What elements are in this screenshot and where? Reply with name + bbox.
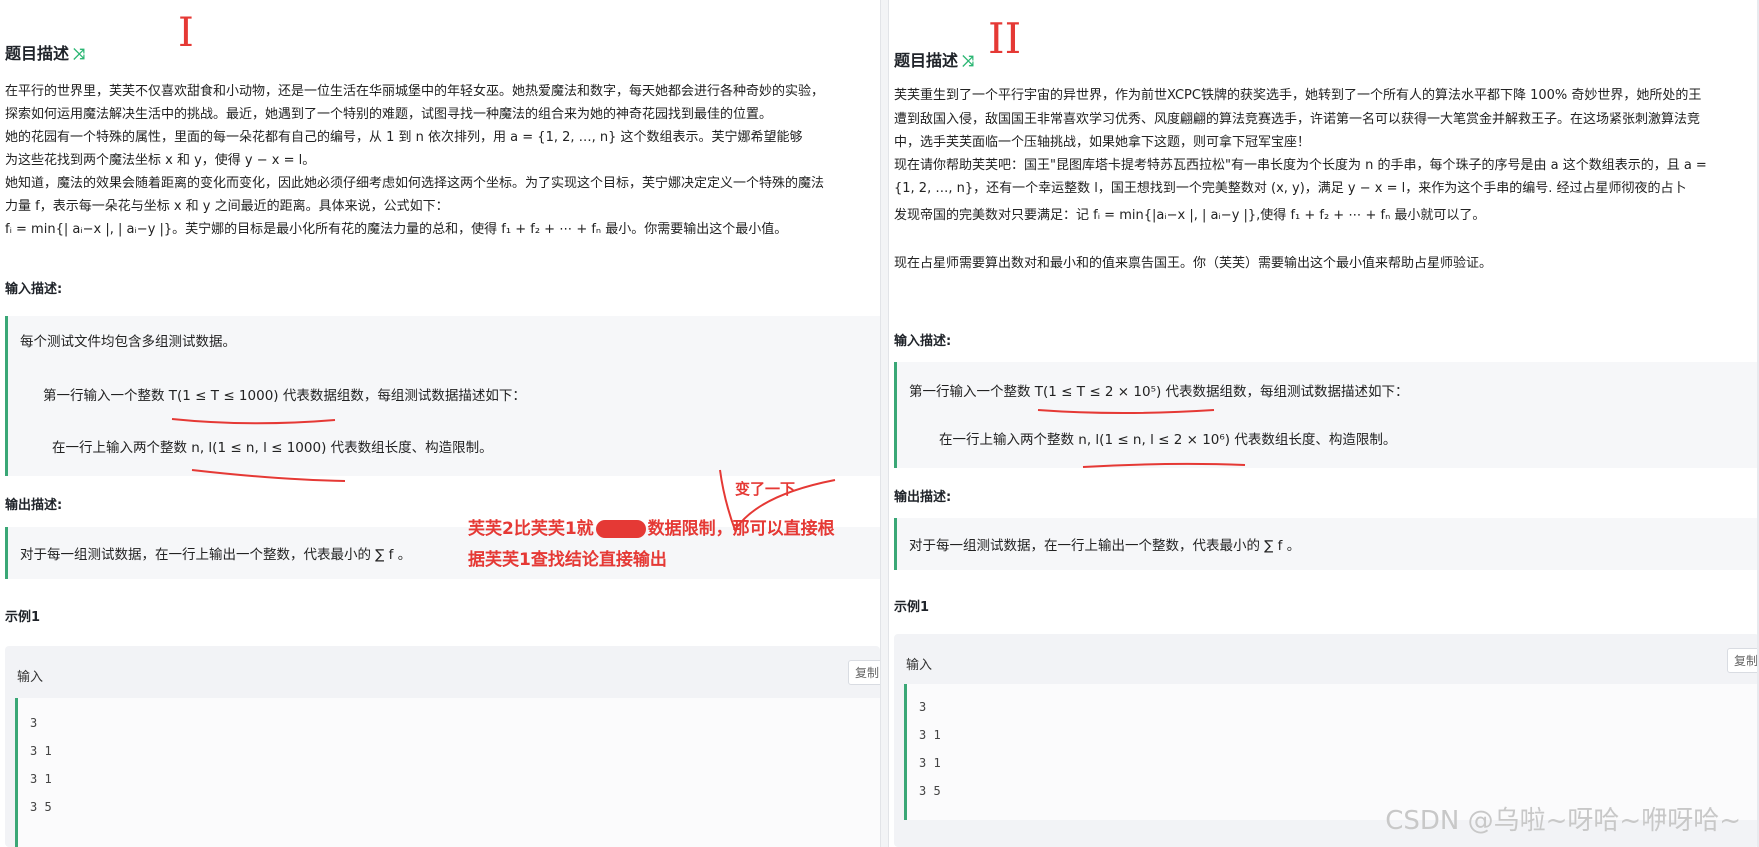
annotation-underlines (171, 409, 1246, 533)
annotation-check-stroke (719, 469, 836, 533)
underline-right-nl (1082, 462, 1246, 468)
underline-left-nl (191, 469, 346, 482)
underline-right-T (1037, 409, 1215, 414)
csdn-watermark: CSDN @乌啦~呀哈~咿呀哈~ (1385, 806, 1741, 836)
underline-left-T (171, 418, 336, 425)
